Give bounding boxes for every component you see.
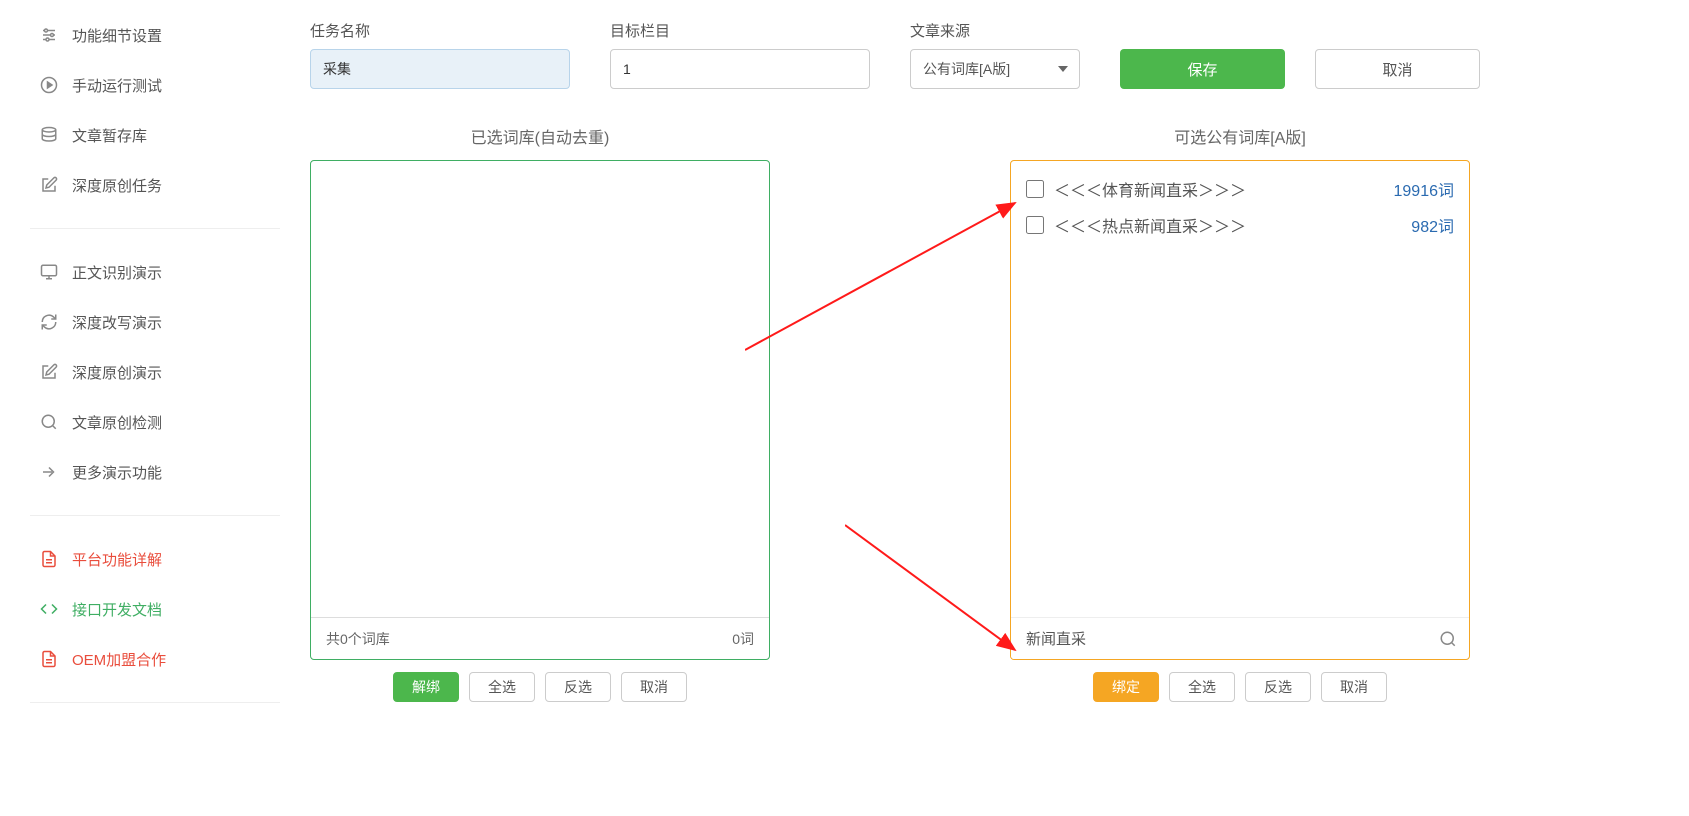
sidebar-item-original-demo[interactable]: 深度原创演示 — [30, 347, 280, 397]
sidebar-item-check[interactable]: 文章原创检测 — [30, 397, 280, 447]
sidebar-item-label: 手动运行测试 — [72, 75, 162, 96]
unbind-button[interactable]: 解绑 — [393, 672, 459, 702]
sidebar-item-api-docs[interactable]: 接口开发文档 — [30, 584, 280, 634]
wordlib-checkbox[interactable] — [1026, 180, 1044, 198]
sidebar-item-manual-run[interactable]: 手动运行测试 — [30, 60, 280, 110]
wordlib-search-input[interactable] — [1011, 618, 1427, 659]
form-row: 任务名称 目标栏目 文章来源 公有词库[A版] 保存 取消 — [310, 20, 1669, 89]
sidebar-item-deep-task[interactable]: 深度原创任务 — [30, 160, 280, 210]
doc-icon — [38, 548, 60, 570]
refresh-icon — [38, 311, 60, 333]
select-all-button-left[interactable]: 全选 — [469, 672, 535, 702]
sidebar-item-label: 文章原创检测 — [72, 412, 162, 433]
monitor-icon — [38, 261, 60, 283]
share-icon — [38, 461, 60, 483]
search-icon — [38, 411, 60, 433]
sidebar-item-oem[interactable]: OEM加盟合作 — [30, 634, 280, 684]
task-name-input[interactable] — [310, 49, 570, 89]
selected-word-count: 0词 — [732, 629, 754, 649]
sidebar-item-label: 深度原创演示 — [72, 362, 162, 383]
cancel-button-right[interactable]: 取消 — [1321, 672, 1387, 702]
doc-icon — [38, 648, 60, 670]
wordlib-checkbox[interactable] — [1026, 216, 1044, 234]
target-col-label: 目标栏目 — [610, 20, 870, 41]
cancel-button[interactable]: 取消 — [1315, 49, 1480, 89]
invert-button-right[interactable]: 反选 — [1245, 672, 1311, 702]
available-panel: 可选公有词库[A版] ＜＜＜体育新闻直采＞＞＞ 19916词 ＜＜＜热点新闻直采… — [1010, 124, 1470, 702]
sidebar-item-label: 深度改写演示 — [72, 312, 162, 333]
selected-panel-body — [311, 161, 769, 617]
edit-icon — [38, 361, 60, 383]
selected-panel-title: 已选词库(自动去重) — [310, 124, 770, 148]
target-col-input[interactable] — [610, 49, 870, 89]
wordlib-row[interactable]: ＜＜＜热点新闻直采＞＞＞ 982词 — [1026, 207, 1454, 243]
sidebar-item-label: 功能细节设置 — [72, 25, 162, 46]
sidebar-item-label: 深度原创任务 — [72, 175, 162, 196]
sidebar-item-label: OEM加盟合作 — [72, 649, 166, 670]
source-select[interactable]: 公有词库[A版] — [910, 49, 1080, 89]
search-icon[interactable] — [1427, 618, 1469, 659]
sidebar-item-settings[interactable]: 功能细节设置 — [30, 10, 280, 60]
selected-panel: 已选词库(自动去重) 共0个词库 0词 解绑 全选 反选 取消 — [310, 124, 770, 702]
available-panel-title: 可选公有词库[A版] — [1010, 124, 1470, 148]
wordlib-count: 19916词 — [1394, 177, 1455, 201]
database-icon — [38, 124, 60, 146]
code-icon — [38, 598, 60, 620]
sidebar-item-more-demo[interactable]: 更多演示功能 — [30, 447, 280, 497]
invert-button-left[interactable]: 反选 — [545, 672, 611, 702]
wordlib-count: 982词 — [1411, 213, 1454, 237]
sidebar-item-platform-docs[interactable]: 平台功能详解 — [30, 534, 280, 584]
sidebar-item-label: 更多演示功能 — [72, 462, 162, 483]
wordlib-name: ＜＜＜热点新闻直采＞＞＞ — [1054, 213, 1411, 237]
sidebar: 功能细节设置 手动运行测试 文章暂存库 深度原创任务 正文识别演示 — [0, 0, 280, 721]
cancel-button-left[interactable]: 取消 — [621, 672, 687, 702]
selected-count-label: 共0个词库 — [326, 629, 390, 649]
wordlib-name: ＜＜＜体育新闻直采＞＞＞ — [1054, 177, 1394, 201]
sidebar-item-body-demo[interactable]: 正文识别演示 — [30, 247, 280, 297]
sidebar-item-rewrite-demo[interactable]: 深度改写演示 — [30, 297, 280, 347]
sidebar-item-article-store[interactable]: 文章暂存库 — [30, 110, 280, 160]
edit-icon — [38, 174, 60, 196]
save-button[interactable]: 保存 — [1120, 49, 1285, 89]
task-name-label: 任务名称 — [310, 20, 570, 41]
sliders-icon — [38, 24, 60, 46]
sidebar-item-label: 接口开发文档 — [72, 599, 162, 620]
sidebar-item-label: 平台功能详解 — [72, 549, 162, 570]
select-all-button-right[interactable]: 全选 — [1169, 672, 1235, 702]
wordlib-row[interactable]: ＜＜＜体育新闻直采＞＞＞ 19916词 — [1026, 171, 1454, 207]
sidebar-item-label: 文章暂存库 — [72, 125, 147, 146]
main-content: 任务名称 目标栏目 文章来源 公有词库[A版] 保存 取消 — [280, 0, 1689, 721]
source-label: 文章来源 — [910, 20, 1080, 41]
sidebar-item-label: 正文识别演示 — [72, 262, 162, 283]
play-icon — [38, 74, 60, 96]
bind-button[interactable]: 绑定 — [1093, 672, 1159, 702]
